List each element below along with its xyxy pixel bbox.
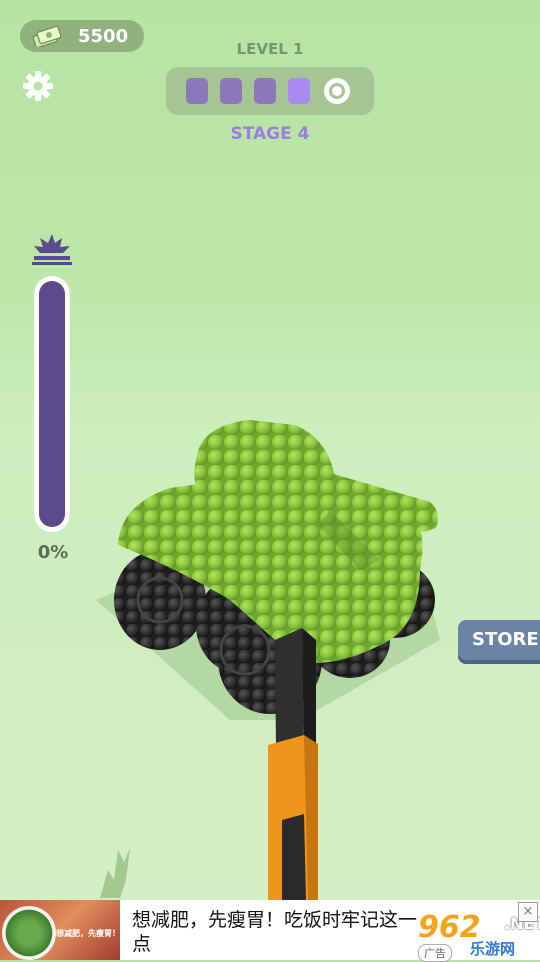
grass-tuft — [100, 848, 130, 898]
stage-label: STAGE 4 — [230, 124, 310, 144]
store-button[interactable]: STORE — [458, 620, 540, 660]
game-scene[interactable]: 5500 LEVEL 1 STAGE 4 0% STORE — [0, 0, 540, 960]
gear-icon[interactable] — [22, 70, 54, 102]
stage-step-2 — [220, 78, 242, 104]
stage-target-icon — [324, 78, 350, 104]
ad-close-button[interactable]: × — [518, 902, 538, 922]
stage-step-4 — [288, 78, 310, 104]
stage-step-3 — [254, 78, 276, 104]
watermark-sub: 乐游网 — [470, 940, 516, 958]
meter-track — [39, 281, 65, 527]
washer-tool — [268, 628, 318, 900]
burst-icon — [32, 234, 72, 265]
clean-progress-meter — [34, 276, 70, 532]
level-label: LEVEL 1 — [236, 40, 304, 58]
ad-image-text: 想减肥，先瘦胃！ — [56, 929, 120, 938]
meter-percent: 0% — [37, 542, 69, 563]
ad-text[interactable]: 想减肥，先瘦胃！吃饭时牢记这一点 — [132, 908, 422, 960]
ad-image[interactable]: 想减肥，先瘦胃！ — [0, 900, 120, 960]
stage-progress — [166, 67, 374, 115]
stage-step-1 — [186, 78, 208, 104]
